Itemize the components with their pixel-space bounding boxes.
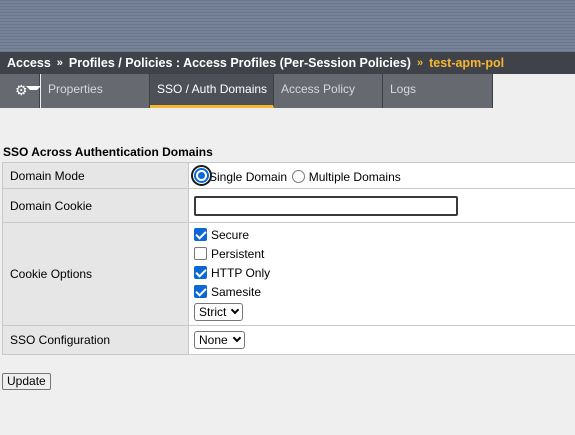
tab-label: SSO / Auth Domains xyxy=(157,82,268,96)
tab-bar: ⚙ Properties SSO / Auth Domains Access P… xyxy=(0,74,575,108)
table-row: Domain Mode Single Domain Multiple Domai… xyxy=(2,162,575,189)
tab-label: Properties xyxy=(48,82,103,96)
breadcrumb-separator: » xyxy=(416,57,424,69)
sso-settings-table: Domain Mode Single Domain Multiple Domai… xyxy=(2,162,575,355)
samesite-label: Samesite xyxy=(211,285,262,299)
update-button[interactable]: Update xyxy=(2,373,51,390)
secure-label: Secure xyxy=(211,228,250,242)
breadcrumb-item-access[interactable]: Access xyxy=(7,56,51,70)
tab-properties[interactable]: Properties xyxy=(41,74,150,108)
tab-access-policy[interactable]: Access Policy xyxy=(274,74,383,108)
cookie-options-field: Secure Persistent HTTP Only Samesite Str… xyxy=(188,222,575,326)
breadcrumb-separator: » xyxy=(56,57,63,69)
domain-mode-field: Single Domain Multiple Domains xyxy=(188,162,575,189)
table-row: Cookie Options Secure Persistent HTTP On… xyxy=(2,222,575,326)
http-only-checkbox[interactable] xyxy=(194,266,207,279)
samesite-select[interactable]: Strict xyxy=(194,303,244,321)
settings-menu-button[interactable]: ⚙ xyxy=(0,74,41,108)
samesite-checkbox[interactable] xyxy=(194,285,207,298)
top-banner xyxy=(0,0,575,52)
tab-label: Access Policy xyxy=(281,82,356,96)
domain-cookie-field xyxy=(188,188,575,223)
domain-mode-label: Domain Mode xyxy=(2,162,189,189)
persistent-label: Persistent xyxy=(211,247,265,261)
gear-icon: ⚙ xyxy=(15,82,28,98)
chevron-down-icon xyxy=(26,86,41,90)
breadcrumb-item-access-profiles[interactable]: Profiles / Policies : Access Profiles (P… xyxy=(69,56,411,70)
http-only-label: HTTP Only xyxy=(211,266,271,280)
tab-label: Logs xyxy=(390,82,417,96)
tab-sso-auth-domains[interactable]: SSO / Auth Domains xyxy=(150,74,274,108)
domain-cookie-label: Domain Cookie xyxy=(2,188,189,223)
table-row: SSO Configuration None xyxy=(2,325,575,355)
section-title: SSO Across Authentication Domains xyxy=(3,145,213,159)
tab-logs[interactable]: Logs xyxy=(383,74,493,108)
breadcrumb-current: test-apm-pol xyxy=(429,56,505,70)
sso-configuration-field: None xyxy=(188,325,575,355)
multiple-domains-label: Multiple Domains xyxy=(308,169,401,184)
single-domain-radio[interactable] xyxy=(191,164,212,186)
chevron-down-icon xyxy=(231,305,240,315)
breadcrumb: Access » Profiles / Policies : Access Pr… xyxy=(0,52,575,74)
sso-configuration-label: SSO Configuration xyxy=(2,325,189,355)
persistent-checkbox[interactable] xyxy=(194,247,207,260)
multiple-domains-radio[interactable] xyxy=(292,169,306,183)
cookie-options-label: Cookie Options xyxy=(2,222,189,326)
single-domain-label: Single Domain xyxy=(209,169,288,184)
chevron-down-icon xyxy=(232,333,241,343)
sso-configuration-select[interactable]: None xyxy=(194,331,245,349)
table-row: Domain Cookie xyxy=(2,188,575,223)
domain-cookie-input[interactable] xyxy=(194,195,458,216)
secure-checkbox[interactable] xyxy=(194,228,207,241)
